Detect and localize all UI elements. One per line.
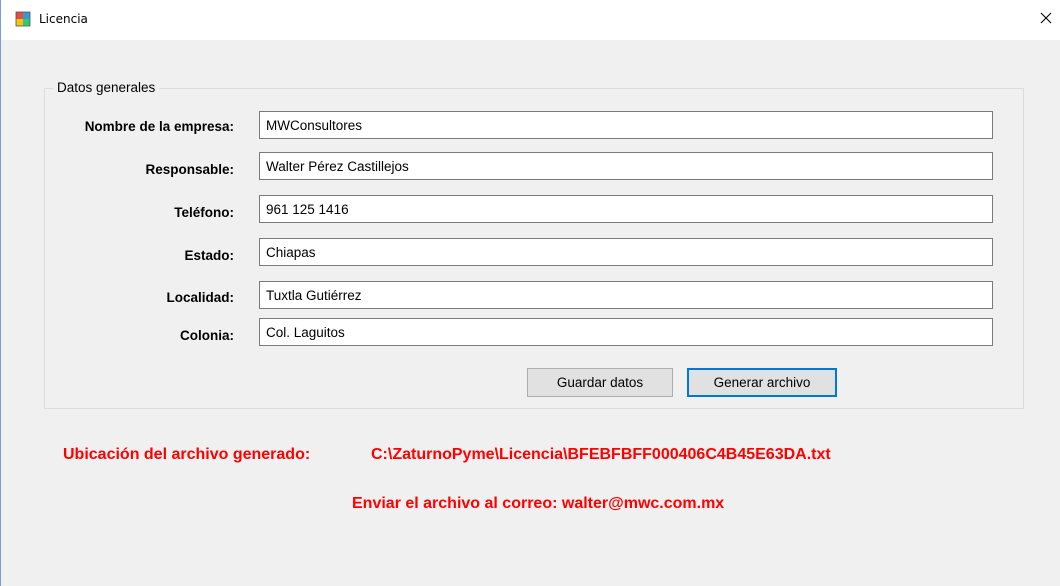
locality-label: Localidad: [166, 290, 234, 305]
file-location-path: C:\ZaturnoPyme\Licencia\BFEBFBFF000406C4… [371, 446, 831, 463]
company-name-input[interactable] [259, 111, 993, 139]
license-window: Licencia Datos generales Nombre de la em… [0, 0, 1060, 586]
company-name-label: Nombre de la empresa: [84, 119, 234, 134]
file-location-label: Ubicación del archivo generado: [63, 446, 311, 463]
responsible-input[interactable] [259, 152, 993, 180]
title-bar: Licencia [1, 0, 1060, 40]
state-label: Estado: [184, 248, 234, 263]
neighborhood-input[interactable] [259, 318, 993, 346]
close-button[interactable] [1031, 0, 1060, 40]
state-input[interactable] [259, 238, 993, 266]
close-icon [1040, 11, 1052, 29]
responsible-label: Responsable: [145, 162, 234, 177]
phone-input[interactable] [259, 195, 993, 223]
neighborhood-label: Colonia: [180, 328, 234, 343]
save-data-button[interactable]: Guardar datos [527, 368, 673, 397]
groupbox-legend: Datos generales [53, 80, 160, 95]
generate-file-button[interactable]: Generar archivo [687, 368, 837, 397]
locality-input[interactable] [259, 281, 993, 309]
email-instruction: Enviar el archivo al correo: walter@mwc.… [352, 495, 725, 512]
phone-label: Teléfono: [174, 205, 234, 220]
window-title: Licencia [39, 12, 88, 26]
app-window-icon [15, 11, 31, 27]
